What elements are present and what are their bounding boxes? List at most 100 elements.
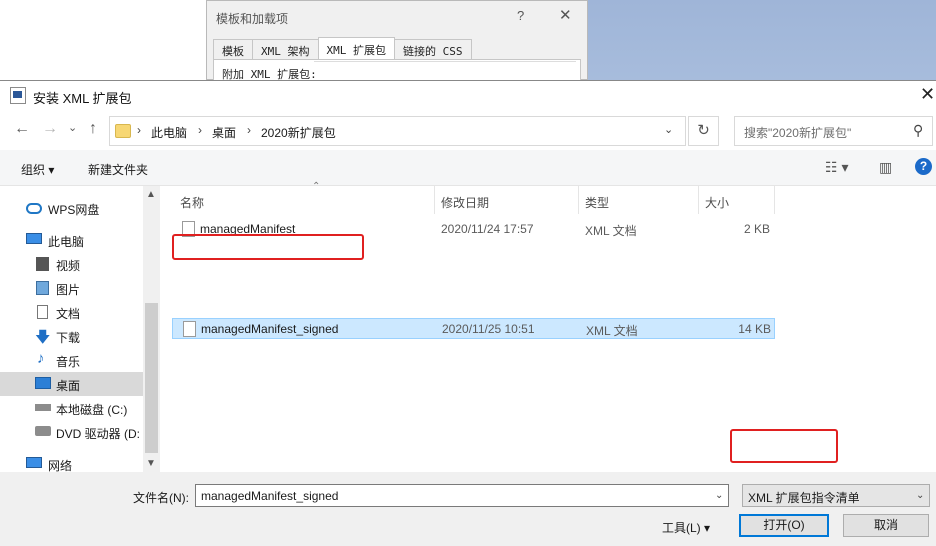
- sidebar-item-dvd-drive[interactable]: DVD 驱动器 (D:: [0, 420, 143, 444]
- column-header-label: 大小: [705, 196, 730, 210]
- refresh-button[interactable]: ↻: [688, 116, 719, 146]
- file-size: 2 KB: [743, 222, 770, 236]
- file-type-value: XML 扩展包指令清单: [748, 491, 860, 505]
- help-icon[interactable]: ?: [517, 8, 524, 23]
- sidebar-item-desktop[interactable]: 桌面: [0, 372, 143, 396]
- background-tab-panel: 附加 XML 扩展包:: [213, 59, 581, 81]
- install-xml-expansion-pack-dialog: 安装 XML 扩展包 ✕ ← → ⌄ ↑ › 此电脑 › 桌面 › 2020新扩…: [0, 80, 936, 546]
- background-tabs: 模板 XML 架构 XML 扩展包 链接的 CSS: [213, 37, 472, 59]
- filename-field[interactable]: managedManifest_signed ⌄: [195, 484, 729, 507]
- view-options-icon[interactable]: ☷ ▾: [825, 159, 848, 176]
- breadcrumb-desktop[interactable]: 桌面: [212, 124, 236, 141]
- sidebar-item-music[interactable]: ♪ 音乐: [0, 348, 143, 372]
- sidebar-item-label: 文档: [56, 307, 81, 321]
- network-icon: [26, 457, 42, 468]
- document-icon: [37, 305, 48, 319]
- sidebar-item-videos[interactable]: 视频: [0, 252, 143, 276]
- chevron-right-icon[interactable]: ›: [247, 123, 251, 137]
- tab-templates[interactable]: 模板: [213, 39, 253, 59]
- sidebar-scrollbar[interactable]: ▲ ▼: [143, 186, 160, 472]
- search-input[interactable]: 搜索"2020新扩展包": [744, 124, 851, 141]
- file-date: 2020/11/24 17:57: [441, 222, 534, 236]
- sort-ascending-icon: ⌃: [312, 181, 321, 192]
- filename-value: managedManifest_signed: [201, 489, 339, 503]
- organize-button[interactable]: 组织 ▾: [21, 161, 54, 178]
- column-header-date[interactable]: 修改日期: [435, 186, 579, 214]
- navigation-bar: ← → ⌄ ↑ › 此电脑 › 桌面 › 2020新扩展包 ⌄ ↻ 搜索"202…: [0, 112, 936, 150]
- sidebar-item-label: 音乐: [56, 355, 81, 369]
- sidebar-item-pictures[interactable]: 图片: [0, 276, 143, 300]
- chevron-down-icon[interactable]: ⌄: [715, 490, 723, 501]
- file-row-selected[interactable]: managedManifest_signed 2020/11/25 10:51 …: [172, 318, 775, 339]
- video-icon: [36, 257, 49, 271]
- forward-arrow-icon[interactable]: →: [42, 120, 58, 138]
- cancel-button[interactable]: 取消: [843, 514, 929, 537]
- dialog-title: 安装 XML 扩展包: [33, 91, 132, 106]
- search-box[interactable]: 搜索"2020新扩展包" ⚲: [734, 116, 933, 146]
- sidebar-item-label: 图片: [56, 283, 81, 297]
- column-header-size[interactable]: 大小: [699, 186, 775, 214]
- close-icon[interactable]: ✕: [920, 84, 935, 105]
- up-arrow-icon[interactable]: ↑: [89, 120, 97, 138]
- drive-icon: [35, 404, 51, 411]
- column-header-label: 名称: [180, 196, 205, 210]
- desktop-icon: [35, 377, 51, 389]
- recent-locations-icon[interactable]: ⌄: [68, 121, 77, 134]
- background-dialog-title: 模板和加载项: [216, 12, 289, 26]
- sidebar-item-label: 下载: [56, 331, 81, 345]
- new-folder-button[interactable]: 新建文件夹: [88, 161, 148, 178]
- command-toolbar: 组织 ▾ 新建文件夹 ☷ ▾ ▥ ?: [0, 150, 936, 186]
- music-icon: ♪: [37, 350, 45, 367]
- chevron-right-icon[interactable]: ›: [198, 123, 202, 137]
- sidebar-item-label: WPS网盘: [48, 203, 100, 217]
- xml-file-icon: [183, 321, 196, 337]
- file-type-select[interactable]: XML 扩展包指令清单 ⌄: [742, 484, 930, 507]
- desktop-wallpaper: [588, 0, 936, 80]
- tab-linked-css[interactable]: 链接的 CSS: [394, 39, 472, 59]
- breadcrumb-this-pc[interactable]: 此电脑: [151, 124, 187, 141]
- file-type: XML 文档: [585, 224, 637, 238]
- close-icon[interactable]: ✕: [559, 6, 572, 24]
- navigation-pane: WPS网盘 此电脑 视频 图片 文档 🡇 下载 ♪ 音乐 桌面 本地磁盘 (C:…: [0, 186, 160, 473]
- preview-pane-icon[interactable]: ▥: [879, 159, 892, 176]
- scroll-down-arrow-icon[interactable]: ▼: [146, 458, 156, 469]
- annotation-highlight-open-button: [730, 429, 838, 463]
- sidebar-item-local-disk[interactable]: 本地磁盘 (C:): [0, 396, 143, 420]
- tab-xml-schema[interactable]: XML 架构: [252, 39, 319, 59]
- column-header-name[interactable]: 名称 ⌃: [172, 181, 435, 214]
- sidebar-item-downloads[interactable]: 🡇 下载: [0, 324, 143, 348]
- sidebar-item-wps-cloud[interactable]: WPS网盘: [0, 196, 143, 220]
- word-app-icon: [10, 87, 26, 104]
- column-header-label: 修改日期: [441, 196, 490, 210]
- cloud-icon: [26, 203, 42, 214]
- open-button[interactable]: 打开(O): [739, 514, 829, 537]
- desktop-background: [0, 0, 206, 80]
- file-type: XML 文档: [586, 324, 638, 338]
- templates-addins-dialog: 模板和加载项 ? ✕ 模板 XML 架构 XML 扩展包 链接的 CSS 附加 …: [206, 0, 588, 81]
- tools-button[interactable]: 工具(L) ▾: [662, 519, 710, 536]
- file-date: 2020/11/25 10:51: [442, 322, 535, 336]
- scroll-up-arrow-icon[interactable]: ▲: [146, 189, 156, 200]
- tab-xml-expansion-packs[interactable]: XML 扩展包: [317, 37, 395, 59]
- address-bar[interactable]: › 此电脑 › 桌面 › 2020新扩展包 ⌄: [109, 116, 686, 146]
- annotation-highlight-selected-file: [172, 234, 364, 260]
- chevron-down-icon[interactable]: ⌄: [916, 490, 924, 501]
- sidebar-item-this-pc[interactable]: 此电脑: [0, 228, 143, 252]
- back-arrow-icon[interactable]: ←: [14, 120, 30, 138]
- sidebar-item-label: DVD 驱动器 (D:: [56, 427, 141, 441]
- breadcrumb-current-folder[interactable]: 2020新扩展包: [261, 124, 336, 141]
- sidebar-item-label: 桌面: [56, 379, 81, 393]
- chevron-down-icon[interactable]: ⌄: [664, 123, 673, 136]
- column-header-type[interactable]: 类型: [579, 186, 699, 214]
- scroll-thumb[interactable]: [145, 303, 158, 453]
- chevron-right-icon[interactable]: ›: [137, 123, 141, 137]
- filename-label: 文件名(N):: [133, 491, 189, 505]
- help-icon[interactable]: ?: [915, 158, 932, 175]
- sidebar-item-label: 视频: [56, 259, 81, 273]
- picture-icon: [36, 281, 49, 295]
- dvd-icon: [35, 426, 51, 436]
- sidebar-item-documents[interactable]: 文档: [0, 300, 143, 324]
- sidebar-item-label: 本地磁盘 (C:): [56, 403, 128, 417]
- dialog-footer: 文件名(N): managedManifest_signed ⌄ XML 扩展包…: [0, 472, 936, 546]
- file-size: 14 KB: [738, 322, 771, 336]
